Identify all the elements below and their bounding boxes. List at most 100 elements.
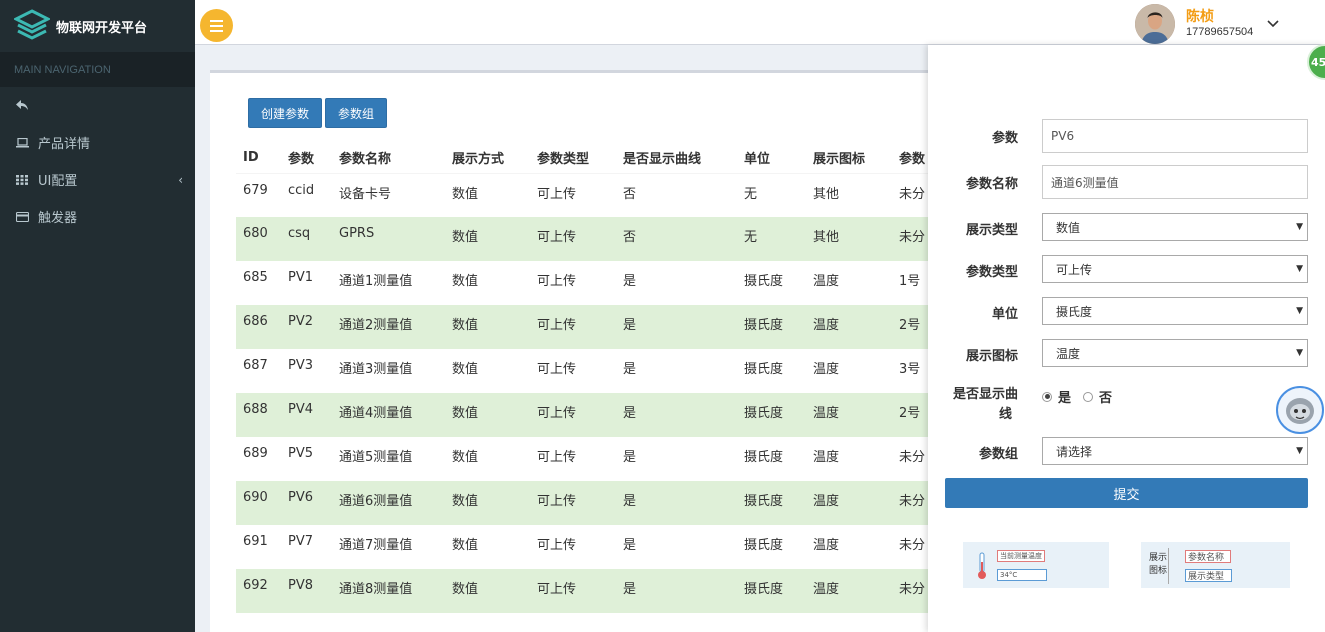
- param-group-select[interactable]: 请选择 ▼: [1042, 437, 1308, 465]
- cell-param-name: 通道5测量值: [339, 450, 413, 465]
- table-row[interactable]: 680 csq GPRS 数值 可上传否无其他 未分: [236, 217, 956, 261]
- table-row[interactable]: 688 PV4 通道4测量值 数值 可上传是摄氏度 温度 2号: [236, 393, 956, 437]
- cell-display-mode: 数值: [445, 305, 530, 349]
- column-header-id[interactable]: ID: [236, 143, 281, 174]
- caret-down-icon: ▼: [1296, 264, 1303, 274]
- cell-param-name: 通道4测量值: [332, 393, 445, 437]
- table-row[interactable]: 687 PV3 通道3测量值 数值 可上传是摄氏度 温度 3号: [236, 349, 956, 393]
- cell-param-type: 可上传: [537, 538, 577, 553]
- credit-card-icon: [16, 211, 30, 222]
- param-input[interactable]: PV6: [1042, 119, 1308, 153]
- preview-value-box: 34°C: [997, 569, 1047, 581]
- brand[interactable]: 物联网开发平台: [0, 0, 195, 52]
- radio-yes[interactable]: [1042, 391, 1052, 402]
- unit-select[interactable]: 摄氏度 ▼: [1042, 297, 1308, 325]
- edit-parameter-panel: 参数 PV6 参数名称 通道6测量值 展示类型 数值 ▼ 参数类型 可上传 ▼ …: [928, 45, 1325, 632]
- toolbar: 创建参数 参数组: [248, 98, 388, 128]
- show-curve-label-line1: 是否显示曲: [952, 387, 1018, 402]
- cell-unit: 无: [744, 186, 758, 202]
- table-row[interactable]: 691 PV7 通道7测量值 数值 可上传是摄氏度 温度 未分: [236, 525, 956, 569]
- sidebar-item-product-detail[interactable]: 产品详情: [0, 124, 195, 161]
- column-header-display-mode[interactable]: 展示方式: [445, 143, 530, 174]
- user-menu[interactable]: 陈桢 17789657504: [1135, 3, 1279, 45]
- column-header-param[interactable]: 参数: [281, 143, 332, 174]
- cell-param-name: 通道2测量值: [332, 305, 445, 349]
- cell-display-icon: 其他: [813, 186, 840, 202]
- preview-title-box: 当前测量温度: [997, 550, 1045, 562]
- table-row[interactable]: 690 PV6 通道6测量值 数值 可上传是摄氏度 温度 未分: [236, 481, 956, 525]
- cell-unit: 摄氏度: [737, 393, 806, 437]
- cell-param-type: 可上传: [530, 305, 616, 349]
- reply-icon: [16, 100, 30, 111]
- display-icon-select[interactable]: 温度 ▼: [1042, 339, 1308, 367]
- radio-no[interactable]: [1083, 391, 1094, 402]
- table-row[interactable]: 679 ccid 设备卡号 数值 可上传否无其他 未分: [236, 173, 956, 217]
- menu-toggle-button[interactable]: [200, 9, 233, 42]
- sidebar: 物联网开发平台 MAIN NAVIGATION 产品详情 UI配置 ‹ 触发器: [0, 0, 195, 632]
- grid-icon: [16, 174, 30, 185]
- cell-id: 685: [243, 270, 268, 285]
- avatar: [1135, 4, 1175, 44]
- preview-type-box: 展示类型: [1185, 569, 1232, 582]
- column-header-show-curve[interactable]: 是否显示曲线: [616, 143, 737, 174]
- cell-param: PV8: [281, 569, 332, 613]
- cell-show-curve: 是: [616, 481, 737, 525]
- cell-param-type: 可上传: [530, 481, 616, 525]
- cell-show-curve: 是: [623, 274, 637, 289]
- display-icon-label: 展示图标: [965, 349, 1018, 364]
- preview-thumbnail-icon[interactable]: 展示 图标 参数名称 展示类型: [1141, 542, 1290, 588]
- sidebar-item-back[interactable]: [0, 87, 195, 124]
- sidebar-item-label: UI配置: [38, 174, 78, 189]
- cell-show-curve: 是: [623, 450, 637, 465]
- sidebar-item-trigger[interactable]: 触发器: [0, 198, 195, 235]
- user-name: 陈桢: [1186, 8, 1214, 25]
- cell-param-name: 通道8测量值: [332, 569, 445, 613]
- robot-face-icon: [1286, 398, 1314, 424]
- brand-title: 物联网开发平台: [56, 20, 148, 36]
- chat-robot-icon[interactable]: [1276, 386, 1324, 434]
- display-type-label: 展示类型: [965, 223, 1018, 238]
- column-header-unit[interactable]: 单位: [737, 143, 806, 174]
- cell-param-name: 通道3测量值: [339, 362, 413, 377]
- sidebar-item-ui-config[interactable]: UI配置 ‹: [0, 161, 195, 198]
- layers-logo-icon: [14, 9, 50, 40]
- create-parameter-button[interactable]: 创建参数: [248, 98, 323, 128]
- cell-unit: 摄氏度: [737, 305, 806, 349]
- cell-id: 686: [236, 305, 281, 349]
- column-header-param-name[interactable]: 参数名称: [332, 143, 445, 174]
- table-row[interactable]: 689 PV5 通道5测量值 数值 可上传是摄氏度 温度 未分: [236, 437, 956, 481]
- cell-param-name: GPRS: [332, 217, 445, 261]
- cell-display-mode: 数值: [445, 481, 530, 525]
- unit-value: 摄氏度: [1056, 304, 1093, 319]
- sidebar-item-label: 产品详情: [38, 137, 91, 152]
- param-type-select[interactable]: 可上传 ▼: [1042, 255, 1308, 283]
- display-type-select[interactable]: 数值 ▼: [1042, 213, 1308, 241]
- parameter-group-button[interactable]: 参数组: [325, 98, 388, 128]
- table-row[interactable]: 692 PV8 通道8测量值 数值 可上传是摄氏度 温度 未分: [236, 569, 956, 613]
- column-header-display-icon[interactable]: 展示图标: [806, 143, 892, 174]
- radio-no-label: 否: [1099, 391, 1113, 406]
- preview-thumbnail-value[interactable]: 当前测量温度 34°C: [963, 542, 1109, 588]
- display-type-value: 数值: [1056, 220, 1081, 235]
- column-header-param-type[interactable]: 参数类型: [530, 143, 616, 174]
- table-row[interactable]: 686 PV2 通道2测量值 数值 可上传是摄氏度 温度 2号: [236, 305, 956, 349]
- cell-param-type: 可上传: [537, 450, 577, 465]
- submit-button[interactable]: 提交: [945, 478, 1308, 508]
- cell-param-type: 可上传: [537, 186, 577, 202]
- cell-display-mode: 数值: [445, 217, 530, 261]
- chevron-down-icon[interactable]: [1267, 16, 1279, 32]
- cell-param: PV3: [288, 358, 314, 373]
- preview-side-label: 展示 图标: [1149, 553, 1168, 576]
- cell-param-name: 通道7测量值: [339, 538, 413, 553]
- table-row[interactable]: 685 PV1 通道1测量值 数值 可上传是摄氏度 温度 1号: [236, 261, 956, 305]
- cell-id: 692: [236, 569, 281, 613]
- cell-param-type: 可上传: [530, 217, 616, 261]
- cell-param: csq: [281, 217, 332, 261]
- laptop-icon: [16, 137, 30, 148]
- cell-unit: 摄氏度: [737, 481, 806, 525]
- param-name-input[interactable]: 通道6测量值: [1042, 165, 1308, 199]
- cell-param: ccid: [288, 182, 315, 198]
- thermometer-icon: [978, 552, 986, 579]
- cell-display-mode: 数值: [452, 538, 479, 553]
- caret-down-icon: ▼: [1296, 222, 1303, 232]
